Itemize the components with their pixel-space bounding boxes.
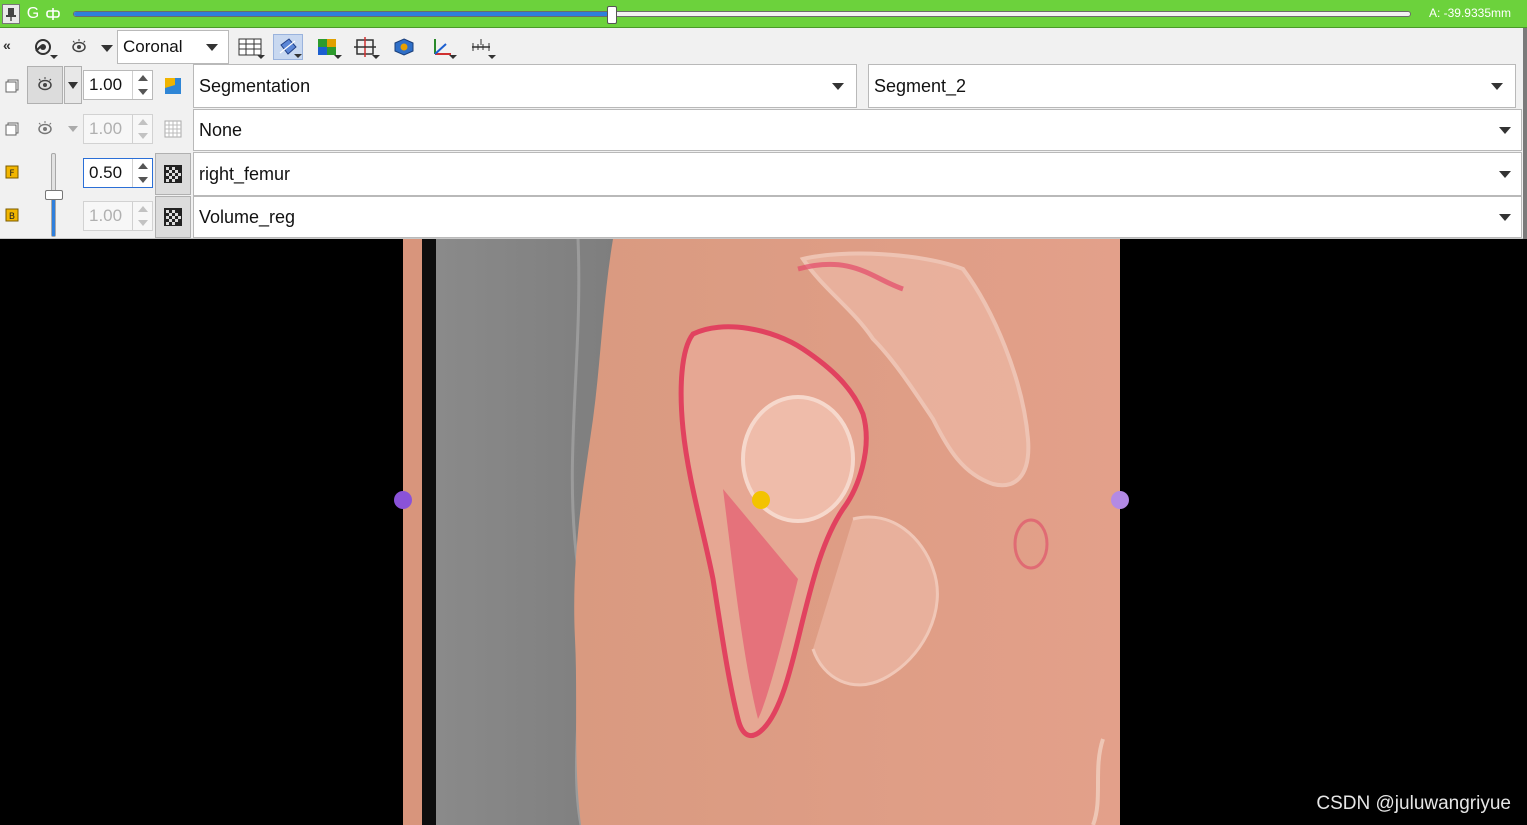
background-layer-toggle[interactable]: B	[4, 207, 20, 223]
pin-icon[interactable]	[2, 4, 20, 24]
ruler-icon	[472, 39, 490, 51]
blend-slider-fill	[52, 195, 55, 236]
layer-copy-icon	[5, 122, 19, 136]
layer-copy-icon	[5, 79, 19, 93]
link-icon	[35, 39, 51, 55]
background-volume-selector[interactable]: Volume_reg	[193, 196, 1522, 238]
slice-left-handle[interactable]	[394, 491, 412, 509]
svg-text:B: B	[9, 212, 15, 222]
axes-button[interactable]	[427, 34, 457, 60]
segmentation-visibility-button[interactable]	[27, 66, 63, 104]
orientation-selector[interactable]: Coronal	[117, 30, 229, 64]
crosshair-icon	[354, 37, 376, 57]
label-visibility-button[interactable]	[27, 109, 63, 149]
view-toolbar: « Coronal	[0, 28, 1527, 64]
label-display-menu[interactable]	[68, 126, 78, 132]
segmentation-opacity-value: 1.00	[89, 75, 123, 94]
slice-right-handle[interactable]	[1111, 491, 1129, 509]
eye-icon	[38, 77, 52, 91]
visibility-button[interactable]	[64, 34, 94, 60]
lightbox-icon	[318, 39, 336, 55]
segment-selector[interactable]: Segment_2	[868, 64, 1516, 108]
orientation-value: Coronal	[123, 37, 183, 56]
view-group-label[interactable]: G	[24, 3, 42, 25]
watermark-text: CSDN @juluwangriyue	[1316, 793, 1511, 814]
layout-button[interactable]	[235, 34, 265, 60]
foreground-icon: F	[5, 165, 19, 179]
label-volume-value: None	[199, 119, 243, 140]
label-opacity-value: 1.00	[89, 119, 123, 138]
volume-render-icon	[394, 38, 414, 56]
link-views-button[interactable]	[28, 34, 58, 60]
segmentation-node-value: Segmentation	[199, 75, 311, 96]
fg-bg-blend-slider[interactable]	[45, 153, 63, 237]
ruler-button[interactable]	[466, 34, 496, 60]
eye-icon	[38, 121, 52, 135]
eye-icon	[72, 39, 86, 53]
visibility-menu-arrow[interactable]	[101, 45, 113, 52]
slice-offset-slider[interactable]	[73, 6, 1411, 24]
background-volume-value: Volume_reg	[199, 206, 296, 227]
background-volume-icon	[155, 196, 191, 238]
slice-center-marker[interactable]	[752, 491, 770, 509]
collapse-button[interactable]: «	[3, 37, 11, 53]
foreground-layer-toggle[interactable]: F	[4, 164, 20, 180]
foreground-volume-icon	[155, 153, 191, 195]
slider-fill	[74, 12, 613, 16]
ct-slice-image[interactable]	[403, 239, 1120, 825]
slice-offset-bar: G A: -39.9335mm	[0, 0, 1527, 28]
slice-view[interactable]: CSDN @juluwangriyue	[0, 239, 1527, 825]
segmentation-opacity-spinbox[interactable]: 1.00	[83, 70, 153, 100]
label-outline-icon	[155, 109, 191, 149]
label-layer-toggle[interactable]	[4, 121, 20, 137]
axes-icon	[434, 39, 451, 55]
reformat-button[interactable]	[273, 34, 303, 60]
segment-value: Segment_2	[874, 75, 967, 96]
blend-slider-handle[interactable]	[45, 190, 63, 200]
background-opacity-spinbox[interactable]: 1.00	[83, 201, 153, 231]
foreground-opacity-spinbox[interactable]: 0.50	[83, 158, 153, 188]
link-icon[interactable]	[44, 5, 62, 23]
foreground-opacity-value: 0.50	[89, 163, 123, 182]
layout-grid-icon	[238, 38, 262, 56]
foreground-volume-value: right_femur	[199, 163, 291, 184]
lightbox-button[interactable]	[312, 34, 342, 60]
segmentation-node-selector[interactable]: Segmentation	[193, 64, 857, 108]
label-opacity-spinbox[interactable]: 1.00	[83, 114, 153, 144]
segmentation-layer-toggle[interactable]	[4, 78, 20, 94]
label-volume-selector[interactable]: None	[193, 109, 1522, 151]
volume-render-button[interactable]	[389, 34, 419, 60]
segmentation-icon	[155, 66, 191, 106]
crosshair-button[interactable]	[350, 34, 380, 60]
slice-offset-readout: A: -39.9335mm	[1428, 6, 1511, 20]
background-icon: B	[5, 208, 19, 222]
svg-text:F: F	[9, 169, 14, 179]
foreground-volume-selector[interactable]: right_femur	[193, 152, 1522, 196]
segmentation-display-menu[interactable]	[64, 66, 82, 104]
slice-controller-panel: « Coronal 1.00 Segmentation Segment_2 1.…	[0, 28, 1527, 239]
panel-right-border	[1523, 28, 1527, 239]
slider-handle[interactable]	[607, 6, 618, 24]
background-opacity-value: 1.00	[89, 206, 123, 225]
